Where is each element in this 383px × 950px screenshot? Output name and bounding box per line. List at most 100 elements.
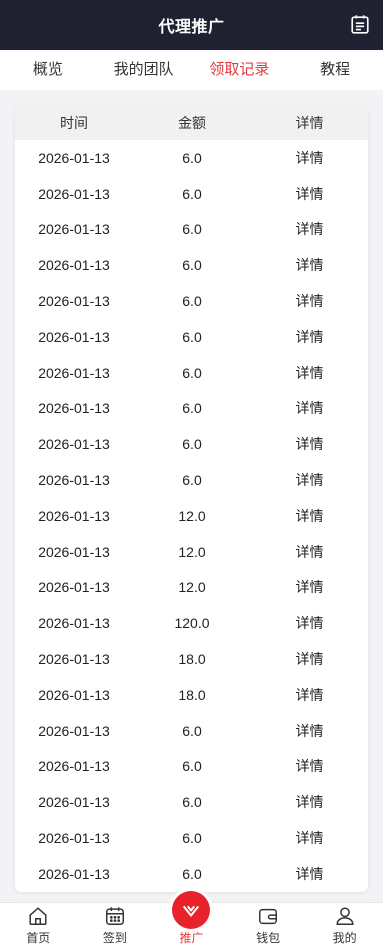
row-amount: 12.0 xyxy=(178,507,206,524)
row-detail-link[interactable]: 详情 xyxy=(251,148,368,168)
row-detail-link[interactable]: 详情 xyxy=(251,792,368,812)
promote-icon xyxy=(172,891,211,929)
row-time: 2026-01-13 xyxy=(38,472,110,489)
table-body: 2026-01-13 6.0 详情 2026-01-13 6.0 详情 2026-01-13… xyxy=(15,140,368,892)
table-row: 2026-01-13 6.0 详情 xyxy=(15,247,368,283)
row-time: 2026-01-13 xyxy=(38,149,110,166)
row-time: 2026-01-13 xyxy=(38,221,110,238)
row-amount: 6.0 xyxy=(182,185,202,202)
table-row: 2026-01-13 6.0 详情 xyxy=(15,856,368,892)
table-row: 2026-01-13 18.0 详情 xyxy=(15,641,368,677)
document-icon[interactable] xyxy=(349,14,371,36)
row-detail-link[interactable]: 详情 xyxy=(251,577,368,597)
home-icon xyxy=(29,907,47,925)
tab-tutorial[interactable]: 教程 xyxy=(287,50,383,90)
table-row: 2026-01-13 6.0 详情 xyxy=(15,391,368,427)
row-detail-link[interactable]: 详情 xyxy=(251,398,368,418)
row-detail-link[interactable]: 详情 xyxy=(251,184,368,204)
row-amount: 6.0 xyxy=(182,794,202,811)
row-amount: 6.0 xyxy=(182,758,202,775)
row-detail-link[interactable]: 详情 xyxy=(251,434,368,454)
table-header: 时间 金额 详情 xyxy=(15,106,368,140)
row-time: 2026-01-13 xyxy=(38,830,110,847)
calendar-icon xyxy=(105,907,124,925)
row-detail-link[interactable]: 详情 xyxy=(251,721,368,741)
row-amount: 6.0 xyxy=(182,436,202,453)
row-detail-link[interactable]: 详情 xyxy=(251,828,368,848)
row-amount: 6.0 xyxy=(182,221,202,238)
row-amount: 12.0 xyxy=(178,579,206,596)
nav-home[interactable]: 首页 xyxy=(0,903,77,950)
row-detail-link[interactable]: 详情 xyxy=(251,255,368,275)
nav-promote-label: 推广 xyxy=(179,931,204,945)
tab-my-team[interactable]: 我的团队 xyxy=(96,50,192,90)
table-row: 2026-01-13 6.0 详情 xyxy=(15,713,368,749)
nav-promote[interactable]: 推广 xyxy=(153,891,230,950)
row-time: 2026-01-13 xyxy=(38,794,110,811)
column-header-detail: 详情 xyxy=(295,115,324,131)
records-panel[interactable]: 时间 金额 详情 2026-01-13 6.0 详情 2026-01-13 6.0 详情 2… xyxy=(0,90,383,902)
nav-mine[interactable]: 我的 xyxy=(306,903,383,950)
table-row: 2026-01-13 12.0 详情 xyxy=(15,570,368,606)
nav-checkin-label: 签到 xyxy=(102,931,127,945)
row-amount: 6.0 xyxy=(182,830,202,847)
row-time: 2026-01-13 xyxy=(38,722,110,739)
row-amount: 6.0 xyxy=(182,722,202,739)
row-detail-link[interactable]: 详情 xyxy=(251,470,368,490)
app-header: 代理推广 xyxy=(0,0,383,50)
nav-mine-label: 我的 xyxy=(332,931,357,945)
row-detail-link[interactable]: 详情 xyxy=(251,649,368,669)
row-time: 2026-01-13 xyxy=(38,364,110,381)
row-detail-link[interactable]: 详情 xyxy=(251,506,368,526)
row-time: 2026-01-13 xyxy=(38,293,110,310)
row-time: 2026-01-13 xyxy=(38,507,110,524)
table-row: 2026-01-13 6.0 详情 xyxy=(15,355,368,391)
table-row: 2026-01-13 6.0 详情 xyxy=(15,319,368,355)
row-detail-link[interactable]: 详情 xyxy=(251,327,368,347)
row-detail-link[interactable]: 详情 xyxy=(251,291,368,311)
row-detail-link[interactable]: 详情 xyxy=(251,363,368,383)
row-detail-link[interactable]: 详情 xyxy=(251,685,368,705)
tab-claim-records[interactable]: 领取记录 xyxy=(192,50,288,90)
wallet-icon xyxy=(259,908,278,925)
row-amount: 6.0 xyxy=(182,472,202,489)
table-row: 2026-01-13 6.0 详情 xyxy=(15,283,368,319)
nav-wallet-label: 钱包 xyxy=(256,931,281,945)
table-row: 2026-01-13 6.0 详情 xyxy=(15,784,368,820)
nav-checkin[interactable]: 签到 xyxy=(77,903,154,950)
tab-bar: 概览 我的团队 领取记录 教程 xyxy=(0,50,383,90)
row-detail-link[interactable]: 详情 xyxy=(251,613,368,633)
row-amount: 6.0 xyxy=(182,328,202,345)
page-title: 代理推广 xyxy=(158,19,225,36)
table-row: 2026-01-13 6.0 详情 xyxy=(15,426,368,462)
row-time: 2026-01-13 xyxy=(38,651,110,668)
table-row: 2026-01-13 6.0 详情 xyxy=(15,176,368,212)
row-time: 2026-01-13 xyxy=(38,686,110,703)
row-detail-link[interactable]: 详情 xyxy=(251,756,368,776)
table-row: 2026-01-13 6.0 详情 xyxy=(15,462,368,498)
row-amount: 6.0 xyxy=(182,364,202,381)
row-time: 2026-01-13 xyxy=(38,865,110,882)
row-amount: 6.0 xyxy=(182,400,202,417)
row-time: 2026-01-13 xyxy=(38,436,110,453)
table-row: 2026-01-13 6.0 详情 xyxy=(15,820,368,856)
row-time: 2026-01-13 xyxy=(38,579,110,596)
row-time: 2026-01-13 xyxy=(38,615,110,632)
table-row: 2026-01-13 6.0 详情 xyxy=(15,140,368,176)
row-detail-link[interactable]: 详情 xyxy=(251,542,368,562)
records-table: 时间 金额 详情 2026-01-13 6.0 详情 2026-01-13 6.0 详情 2… xyxy=(15,106,368,892)
row-time: 2026-01-13 xyxy=(38,543,110,560)
row-amount: 18.0 xyxy=(178,651,206,668)
table-row: 2026-01-13 12.0 详情 xyxy=(15,498,368,534)
nav-home-label: 首页 xyxy=(26,931,51,945)
table-row: 2026-01-13 6.0 详情 xyxy=(15,212,368,248)
row-detail-link[interactable]: 详情 xyxy=(251,219,368,239)
row-time: 2026-01-13 xyxy=(38,185,110,202)
row-amount: 6.0 xyxy=(182,149,202,166)
tab-overview[interactable]: 概览 xyxy=(0,50,96,90)
row-time: 2026-01-13 xyxy=(38,400,110,417)
nav-wallet[interactable]: 钱包 xyxy=(230,903,307,950)
row-detail-link[interactable]: 详情 xyxy=(251,864,368,884)
table-row: 2026-01-13 18.0 详情 xyxy=(15,677,368,713)
table-row: 2026-01-13 120.0 详情 xyxy=(15,605,368,641)
